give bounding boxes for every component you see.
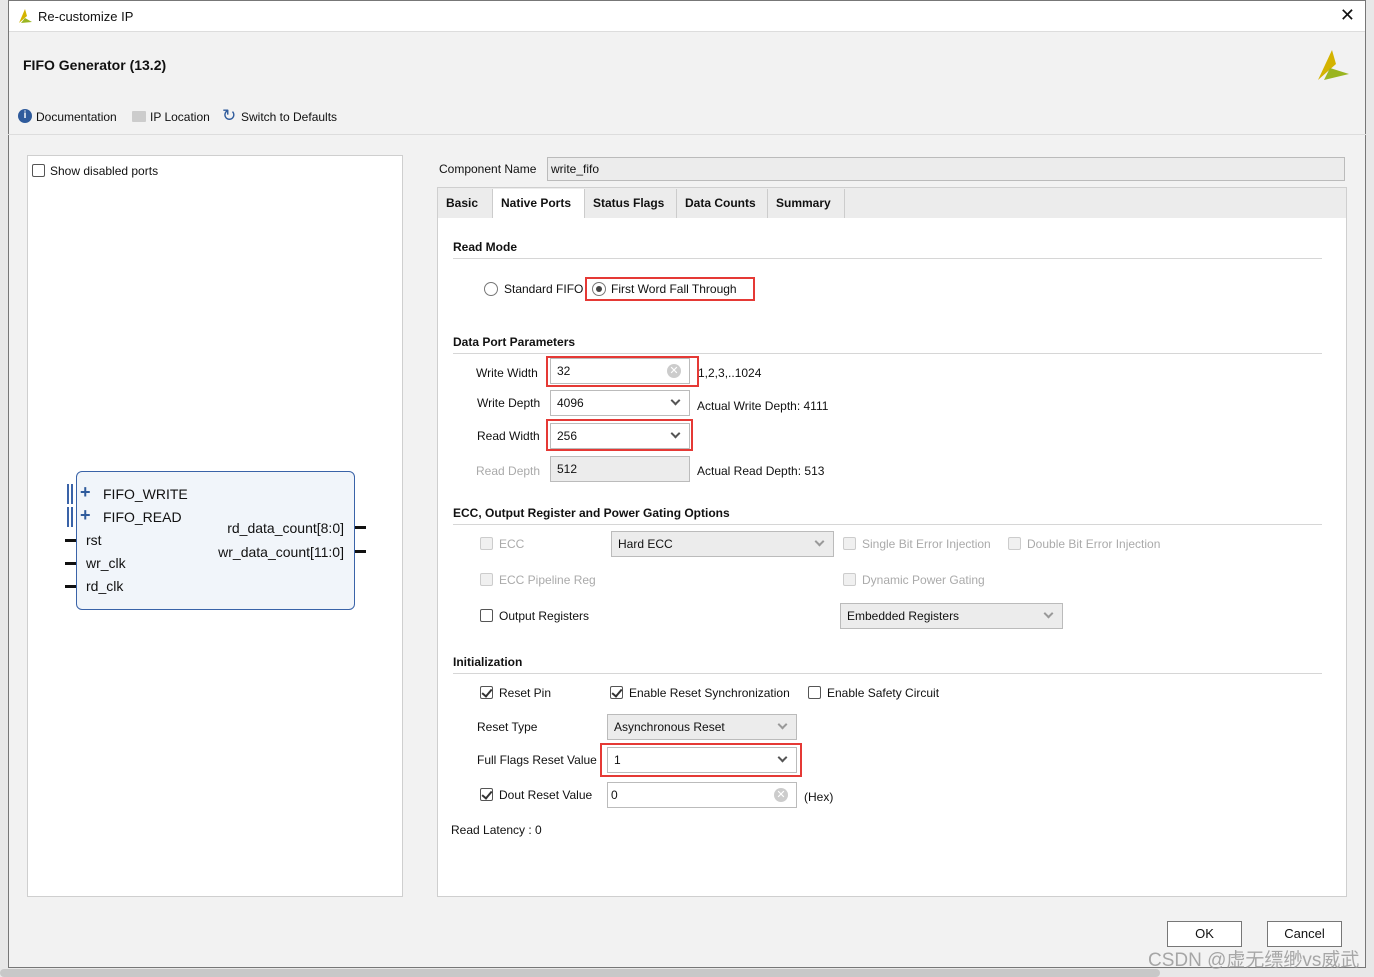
pin-wr-clk: wr_clk	[86, 555, 126, 571]
data-port-heading: Data Port Parameters	[453, 335, 1322, 354]
reset-pin-checkbox[interactable]	[480, 686, 493, 699]
double-bit-checkbox[interactable]	[1008, 537, 1021, 550]
show-disabled-ports-label: Show disabled ports	[50, 164, 159, 178]
pin-rd-clk: rd_clk	[86, 578, 124, 594]
expand-icon[interactable]: +	[80, 482, 91, 503]
single-bit-label: Single Bit Error Injection	[862, 537, 991, 551]
tab-native-ports[interactable]: Native Ports	[493, 189, 585, 218]
ecc-pipeline-label: ECC Pipeline Reg	[499, 573, 596, 587]
info-icon: i	[18, 109, 32, 123]
horizontal-scrollbar[interactable]	[0, 969, 1160, 977]
component-name-label: Component Name	[439, 162, 537, 176]
chevron-down-icon	[670, 395, 681, 406]
reset-sync-label: Enable Reset Synchronization	[629, 686, 790, 700]
close-icon[interactable]: ✕	[1340, 5, 1355, 26]
title-bar: Re-customize IP ✕	[9, 1, 1365, 32]
reset-type-select[interactable]: Asynchronous Reset	[607, 714, 797, 740]
tab-status-flags[interactable]: Status Flags	[585, 189, 677, 218]
tab-basic[interactable]: Basic	[438, 189, 493, 218]
safety-circuit-label: Enable Safety Circuit	[827, 686, 940, 700]
reset-pin-label: Reset Pin	[499, 686, 552, 700]
reset-type-label: Reset Type	[477, 720, 538, 734]
vivado-logo-icon	[19, 9, 32, 23]
ecc-heading: ECC, Output Register and Power Gating Op…	[453, 506, 1322, 525]
output-registers-label: Output Registers	[499, 609, 590, 623]
cancel-button[interactable]: Cancel	[1267, 921, 1342, 947]
chevron-down-icon	[777, 719, 788, 730]
dout-reset-label: Dout Reset Value	[499, 788, 593, 802]
output-registers-checkbox[interactable]	[480, 609, 493, 622]
tab-summary[interactable]: Summary	[768, 189, 845, 218]
reset-type-value: Asynchronous Reset	[614, 720, 725, 734]
chevron-down-icon	[1043, 608, 1054, 619]
full-flags-label: Full Flags Reset Value	[477, 753, 597, 767]
ecc-label: ECC	[499, 537, 525, 551]
initialization-heading: Initialization	[453, 655, 1322, 674]
ip-title: FIFO Generator (13.2)	[23, 57, 167, 73]
switch-to-defaults-link[interactable]: Switch to Defaults	[241, 110, 337, 124]
write-depth-select[interactable]: 4096	[550, 390, 690, 416]
safety-circuit-checkbox[interactable]	[808, 686, 821, 699]
dout-reset-checkbox[interactable]	[480, 788, 493, 801]
clear-icon[interactable]: ✕	[774, 788, 788, 802]
tab-data-counts[interactable]: Data Counts	[677, 189, 768, 218]
bus-fifo-write: FIFO_WRITE	[103, 486, 188, 502]
output-reg-type-select[interactable]: Embedded Registers	[840, 603, 1063, 629]
standard-fifo-radio[interactable]	[484, 282, 498, 296]
dout-reset-input[interactable]: 0 ✕	[607, 782, 797, 808]
pin-rst: rst	[86, 532, 102, 548]
component-name-input[interactable]: write_fifo	[547, 157, 1345, 181]
single-bit-checkbox[interactable]	[843, 537, 856, 550]
ecc-type-select[interactable]: Hard ECC	[611, 531, 834, 557]
pin-wr-data-count: wr_data_count[11:0]	[218, 544, 344, 560]
dout-reset-value: 0	[611, 788, 618, 802]
ip-location-link[interactable]: IP Location	[150, 110, 210, 124]
window-title: Re-customize IP	[38, 9, 134, 24]
documentation-link[interactable]: Documentation	[36, 110, 117, 124]
write-width-range: 1,2,3,..1024	[698, 366, 762, 380]
read-mode-heading: Read Mode	[453, 240, 1322, 259]
reset-sync-checkbox[interactable]	[610, 686, 623, 699]
write-width-label: Write Width	[476, 366, 538, 380]
actual-write-depth: Actual Write Depth: 4111	[697, 399, 829, 413]
expand-icon[interactable]: +	[80, 505, 91, 526]
actual-read-depth: Actual Read Depth: 513	[697, 464, 825, 478]
read-depth-input: 512	[550, 456, 690, 482]
xilinx-logo-icon	[1318, 50, 1349, 80]
refresh-icon: ↻	[222, 106, 237, 125]
chevron-down-icon	[814, 536, 825, 547]
pin-rd-data-count: rd_data_count[8:0]	[227, 520, 344, 536]
ecc-type-value: Hard ECC	[618, 537, 673, 551]
read-latency: Read Latency : 0	[451, 823, 542, 837]
standard-fifo-label: Standard FIFO	[504, 282, 584, 296]
double-bit-label: Double Bit Error Injection	[1027, 537, 1161, 551]
write-depth-value: 4096	[557, 396, 584, 410]
show-disabled-ports-checkbox[interactable]	[32, 164, 45, 177]
ecc-checkbox[interactable]	[480, 537, 493, 550]
ecc-pipeline-checkbox[interactable]	[480, 573, 493, 586]
folder-icon	[132, 111, 146, 122]
read-depth-label: Read Depth	[476, 464, 541, 478]
write-depth-label: Write Depth	[477, 396, 541, 410]
hex-label: (Hex)	[804, 790, 834, 804]
read-width-label: Read Width	[477, 429, 540, 443]
bus-fifo-read: FIFO_READ	[103, 509, 182, 525]
dynamic-power-label: Dynamic Power Gating	[862, 573, 985, 587]
ok-button[interactable]: OK	[1167, 921, 1242, 947]
watermark: CSDN @虚无缥缈vs威武	[1148, 950, 1360, 971]
output-reg-type-value: Embedded Registers	[847, 609, 960, 623]
dynamic-power-checkbox[interactable]	[843, 573, 856, 586]
